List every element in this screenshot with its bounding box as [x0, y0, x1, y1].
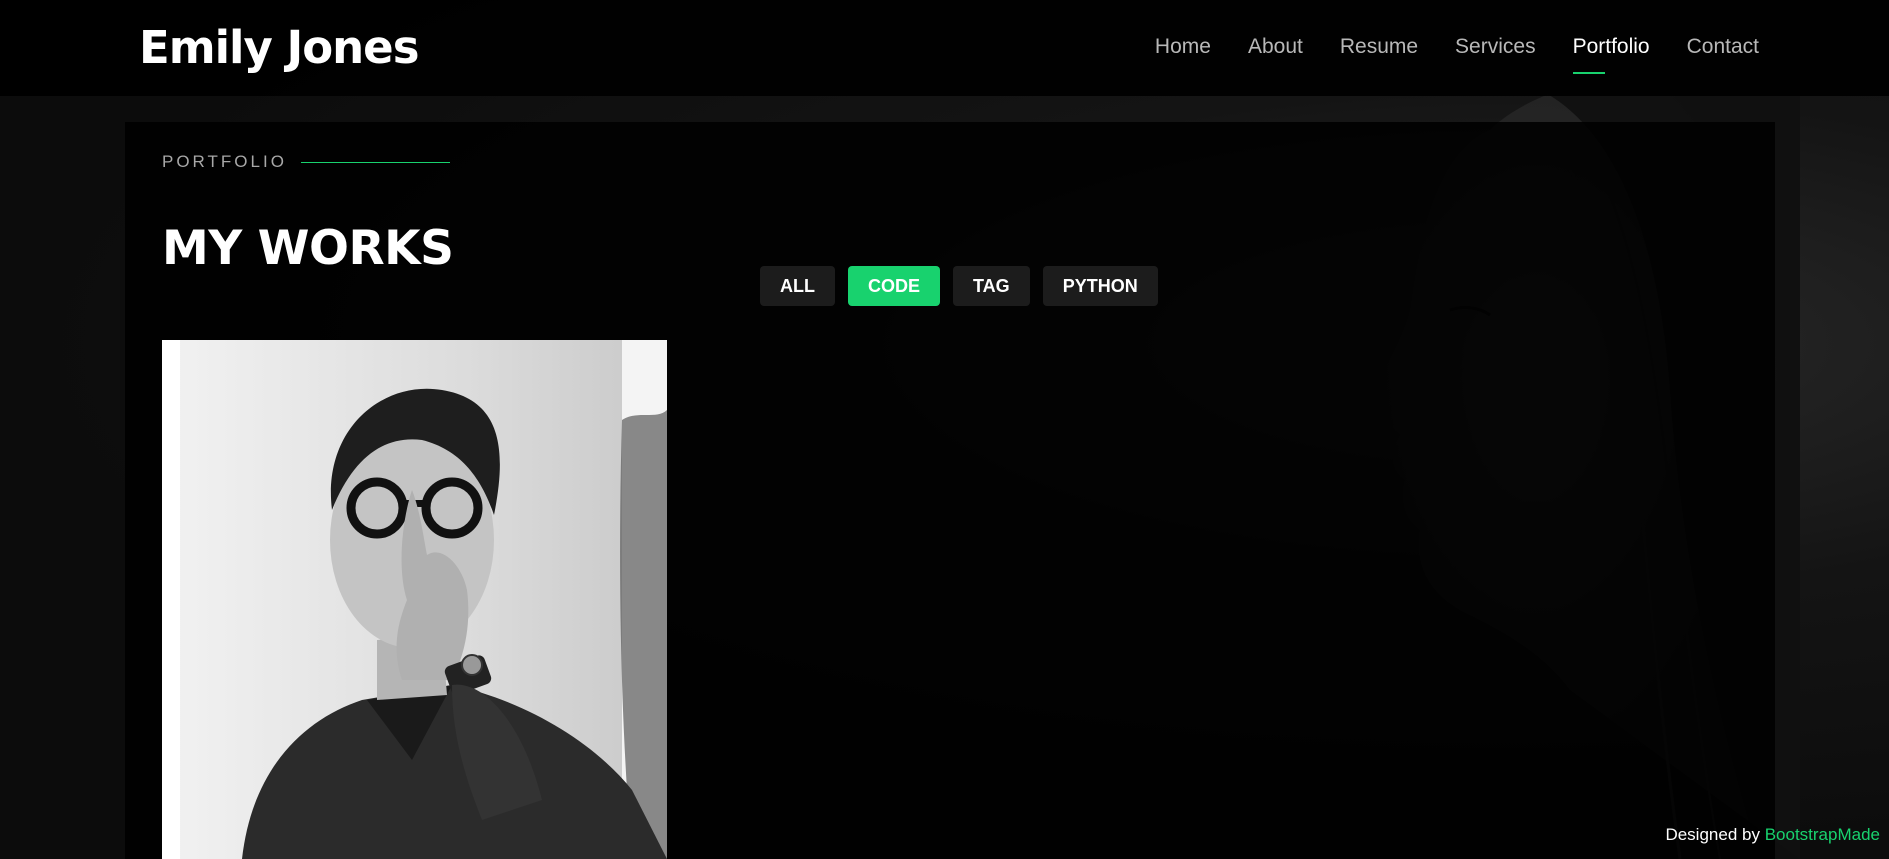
footer-credit: Designed by BootstrapMade	[1665, 825, 1880, 845]
section-subtitle: PORTFOLIO	[162, 152, 450, 172]
portfolio-photo	[162, 340, 667, 859]
site-logo[interactable]: Emily Jones	[139, 18, 419, 78]
section-subtitle-divider	[300, 161, 450, 163]
page: Emily Jones Home About Resume Services P…	[0, 0, 1889, 859]
credit-link[interactable]: BootstrapMade	[1765, 825, 1880, 844]
nav-services[interactable]: Services	[1455, 30, 1536, 64]
filter-code[interactable]: CODE	[848, 266, 941, 306]
filter-tag[interactable]: TAG	[953, 266, 1030, 306]
section-subtitle-text: PORTFOLIO	[162, 152, 287, 171]
main-nav: Home About Resume Services Portfolio Con…	[1155, 30, 1759, 74]
nav-portfolio[interactable]: Portfolio	[1572, 30, 1650, 74]
section-title: MY WORKS	[162, 221, 454, 276]
nav-resume[interactable]: Resume	[1340, 30, 1418, 64]
credit-prefix: Designed by	[1665, 825, 1760, 844]
portfolio-filters: ALL CODE TAG PYTHON	[760, 266, 1158, 306]
portfolio-item-image[interactable]	[162, 340, 667, 859]
filter-python[interactable]: PYTHON	[1042, 266, 1158, 306]
nav-about[interactable]: About	[1248, 30, 1303, 64]
nav-home[interactable]: Home	[1155, 30, 1211, 64]
portfolio-section: PORTFOLIO MY WORKS ALL CODE TAG PYTHON	[125, 122, 1775, 859]
filter-all[interactable]: ALL	[760, 266, 835, 306]
site-header: Emily Jones Home About Resume Services P…	[0, 0, 1889, 96]
nav-contact[interactable]: Contact	[1687, 30, 1759, 64]
